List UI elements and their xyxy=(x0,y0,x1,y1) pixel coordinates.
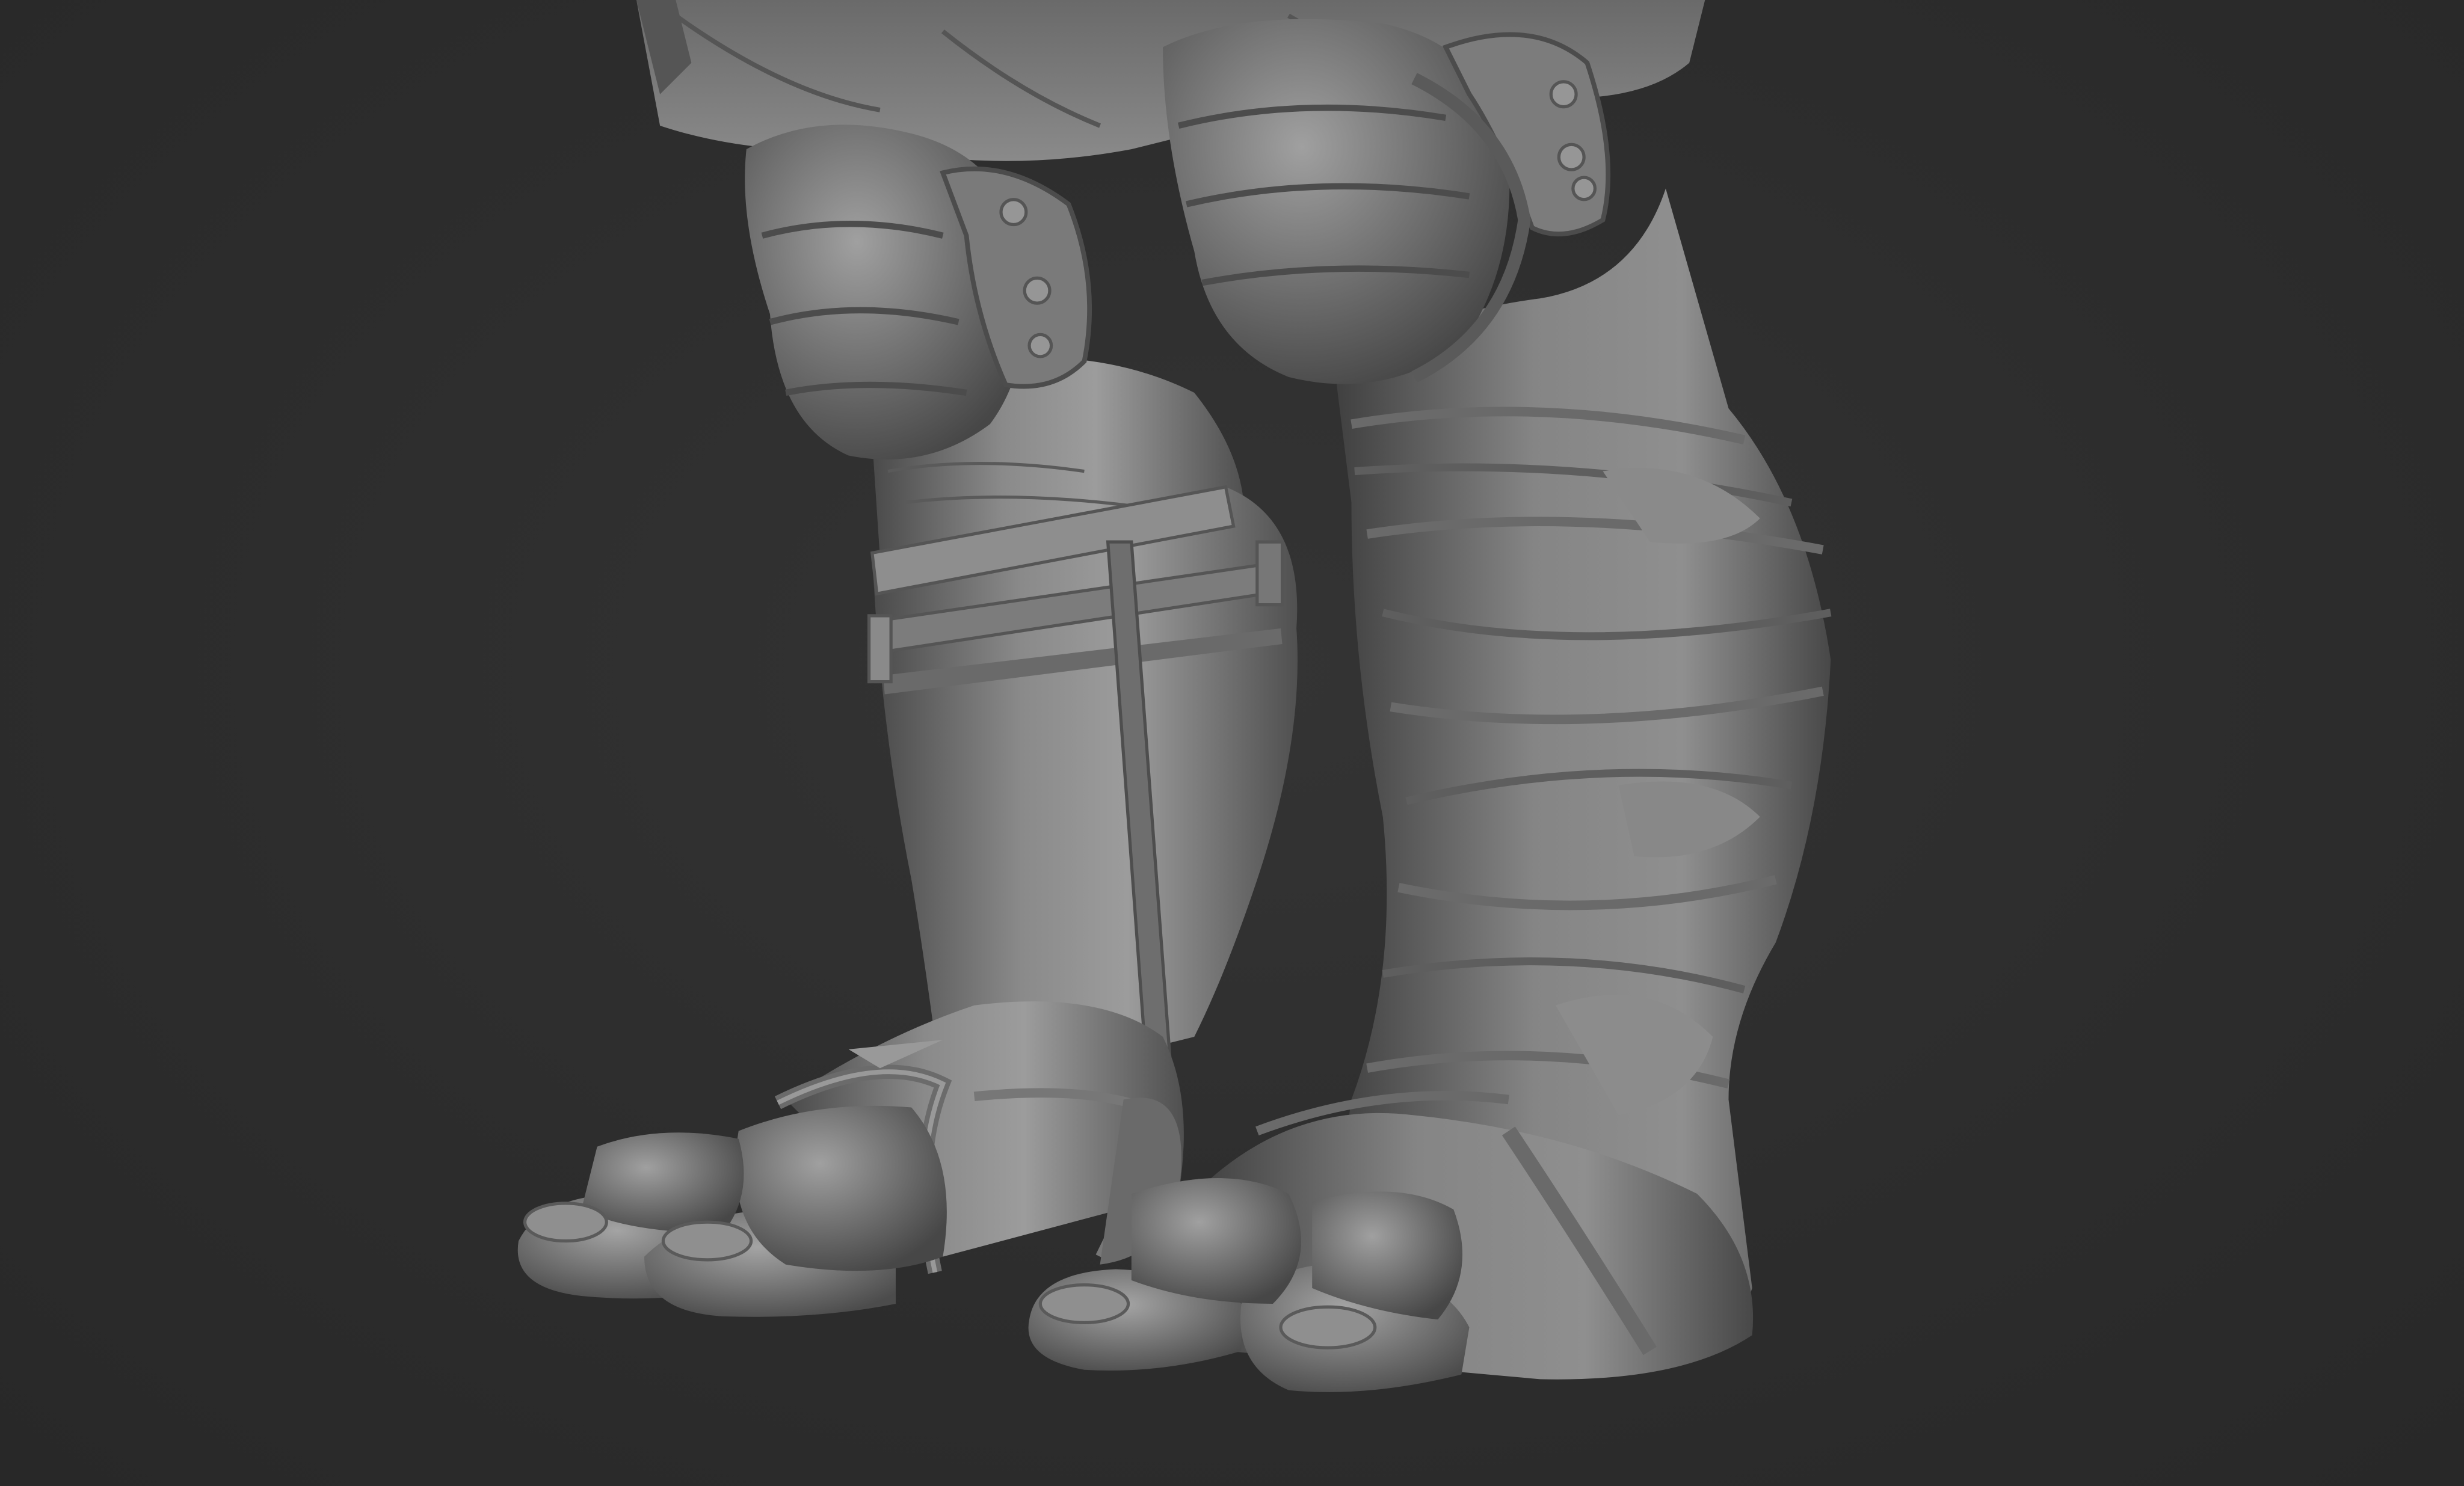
viewport-background xyxy=(0,0,2464,1486)
left-leg xyxy=(517,357,1298,1317)
sculpt-render xyxy=(517,0,1832,1392)
